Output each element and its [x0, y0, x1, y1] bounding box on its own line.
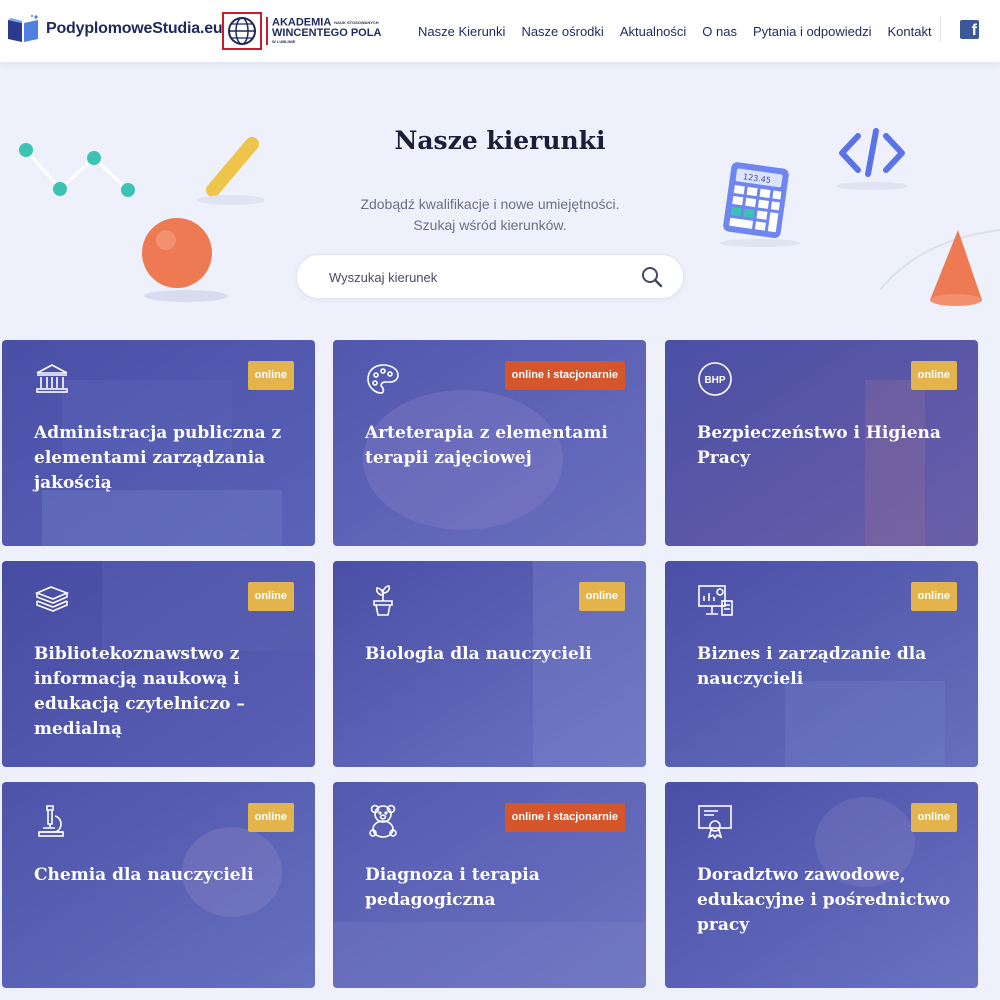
nav-item-kierunki[interactable]: Nasze Kierunki [410, 24, 513, 39]
palette-icon [367, 364, 399, 394]
course-title: Bibliotekoznawstwo z informacją naukową … [34, 644, 245, 739]
search-input[interactable] [329, 267, 629, 287]
bhp-icon: BHP [698, 362, 732, 396]
microscope-icon [38, 805, 64, 837]
badge-online-stacjonarnie: online i stacjonarnie [504, 361, 625, 390]
bhp-icon-label: BHP [704, 375, 725, 386]
course-card[interactable]: online Chemia dla nauczycieli [2, 782, 315, 988]
hero-subtitle-line1: Zdobądź kwalifikacje i nowe umiejętności… [360, 196, 620, 212]
nav-item-kontakt[interactable]: Kontakt [880, 24, 940, 39]
course-card[interactable]: online i stacjonarnie Diagnoza i terapia… [333, 782, 646, 988]
course-card[interactable]: online Bibliotekoznawstwo z informacją n… [2, 561, 315, 767]
page-title: Nasze kierunki [394, 126, 606, 155]
book-logo-icon [8, 15, 38, 42]
course-title: Doradztwo zawodowe, edukacyjne i pośredn… [697, 865, 951, 935]
course-title: Chemia dla nauczycieli [34, 865, 254, 885]
course-card[interactable]: online Biologia dla nauczycieli [333, 561, 646, 767]
badge-online: online [910, 582, 957, 611]
course-title: Biznes i zarządzanie dla nauczycieli [697, 644, 927, 689]
site-header: PodyplomoweStudia.eu AKADEMIA NAUK STOSOW… [0, 0, 1000, 62]
course-title: Arteterapia z elementami terapii zajęcio… [365, 423, 608, 468]
course-title: Bezpieczeństwo i Higiena Pracy [697, 423, 941, 468]
certificate-icon [698, 805, 732, 840]
government-building-icon [36, 364, 68, 393]
course-title: Administracja publiczna z elementami zar… [34, 423, 282, 493]
globe-logo-icon [222, 12, 262, 50]
hero-subtitle-line2: Szukaj wśród kierunków. [413, 217, 567, 233]
course-card[interactable]: online Administracja publiczna z element… [2, 340, 315, 546]
course-card[interactable]: online Biznes i zarządzanie dla nauczyci… [665, 561, 978, 767]
badge-online: online [247, 803, 294, 832]
potted-plant-icon [373, 585, 393, 616]
badge-online-stacjonarnie: online i stacjonarnie [504, 803, 625, 832]
nav-item-o-nas[interactable]: O nas [694, 24, 745, 39]
course-title: Diagnoza i terapia pedagogiczna [365, 865, 540, 910]
nav-item-pytania[interactable]: Pytania i odpowiedzi [745, 24, 880, 39]
search-icon[interactable] [641, 266, 663, 288]
books-icon [34, 586, 70, 612]
akademia-small-label: NAUK STOSOWANYCH [334, 19, 379, 25]
hero-subtitle: Zdobądź kwalifikacje i nowe umiejętności… [0, 194, 980, 236]
teddy-bear-icon [369, 804, 397, 838]
badge-online: online [578, 582, 625, 611]
badge-online: online [910, 803, 957, 832]
nav-divider [940, 16, 941, 42]
business-chart-icon [698, 585, 733, 616]
badge-online: online [247, 582, 294, 611]
akademia-name: WINCENTEGO POLA [272, 27, 382, 40]
podyplomowe-logo[interactable]: PodyplomoweStudia.eu [6, 14, 223, 44]
facebook-icon[interactable]: f [960, 20, 979, 39]
course-card[interactable]: online i stacjonarnie Arteterapia z elem… [333, 340, 646, 546]
logo-text: PodyplomoweStudia.eu [46, 20, 223, 37]
badge-online: online [910, 361, 957, 390]
course-card[interactable]: online Doradztwo zawodowe, edukacyjne i … [665, 782, 978, 988]
akademia-city: W LUBLINIE [272, 39, 296, 45]
orange-cone-icon [879, 229, 1000, 306]
akademia-logo[interactable]: AKADEMIA NAUK STOSOWANYCH WINCENTEGO POLA… [222, 12, 381, 50]
nav-item-osrodki[interactable]: Nasze ośrodki [513, 24, 611, 39]
main-nav: Nasze Kierunki Nasze ośrodki Aktualności… [410, 0, 940, 62]
search-box [296, 254, 684, 299]
nav-item-aktualnosci[interactable]: Aktualności [612, 24, 694, 39]
course-card[interactable]: BHP online Bezpieczeństwo i Higiena Prac… [665, 340, 978, 546]
badge-online: online [247, 361, 294, 390]
course-title: Biologia dla nauczycieli [365, 644, 592, 664]
